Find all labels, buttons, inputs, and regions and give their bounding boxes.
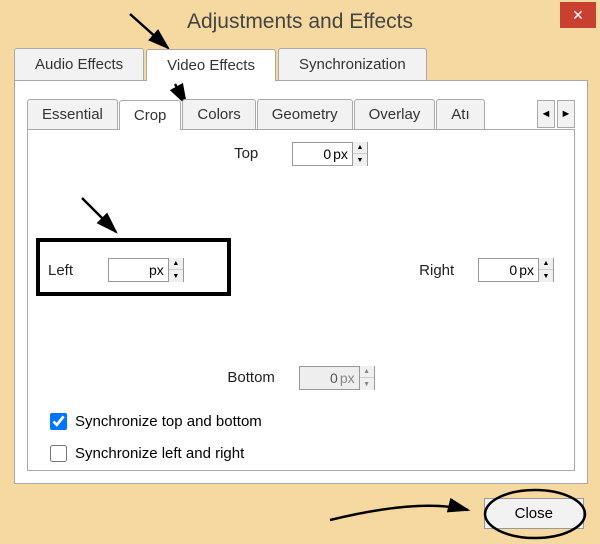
crop-right-label: Right bbox=[419, 262, 454, 279]
tab-synchronization[interactable]: Synchronization bbox=[278, 48, 427, 80]
sync-left-right-label: Synchronize left and right bbox=[75, 445, 244, 462]
crop-top-input[interactable] bbox=[293, 146, 333, 162]
unit-label: px bbox=[519, 262, 538, 278]
crop-left-label: Left bbox=[48, 262, 108, 279]
chevron-left-icon: ◄ bbox=[541, 108, 552, 120]
crop-bottom-input bbox=[300, 370, 340, 386]
spinner-up-icon[interactable]: ▲ bbox=[169, 258, 183, 270]
crop-bottom-row: Bottom px ▲ ▼ bbox=[28, 366, 574, 390]
title-bar: Adjustments and Effects ✕ bbox=[0, 0, 600, 44]
unit-label: px bbox=[333, 146, 352, 162]
sync-top-bottom-row: Synchronize top and bottom bbox=[46, 410, 262, 433]
sync-left-right-row: Synchronize left and right bbox=[46, 442, 244, 465]
crop-bottom-spinner: px ▲ ▼ bbox=[299, 366, 375, 390]
spinner-up-icon: ▲ bbox=[360, 366, 374, 378]
spinner-up-icon[interactable]: ▲ bbox=[539, 258, 553, 270]
close-button[interactable]: Close bbox=[484, 498, 584, 529]
main-tab-bar: Audio Effects Video Effects Synchronizat… bbox=[14, 48, 429, 80]
window-close-button[interactable]: ✕ bbox=[560, 2, 596, 28]
spinner-down-icon[interactable]: ▼ bbox=[539, 270, 553, 282]
chevron-right-icon: ► bbox=[561, 108, 572, 120]
tab-video-effects[interactable]: Video Effects bbox=[146, 49, 276, 81]
crop-mid-row: Left px ▲ ▼ Right px ▲ ▼ bbox=[28, 258, 574, 282]
spinner-down-icon: ▼ bbox=[360, 378, 374, 390]
crop-left-input[interactable] bbox=[109, 262, 149, 278]
tab-audio-effects[interactable]: Audio Effects bbox=[14, 48, 144, 80]
spinner-down-icon[interactable]: ▼ bbox=[353, 154, 367, 166]
sync-top-bottom-checkbox[interactable] bbox=[50, 413, 67, 430]
window-title: Adjustments and Effects bbox=[187, 10, 413, 34]
spinner-up-icon[interactable]: ▲ bbox=[353, 142, 367, 154]
crop-right-input[interactable] bbox=[479, 262, 519, 278]
crop-bottom-label: Bottom bbox=[227, 369, 275, 386]
subtab-overlay[interactable]: Overlay bbox=[354, 99, 436, 129]
close-icon: ✕ bbox=[572, 7, 584, 23]
sub-tab-bar: Essential Crop Colors Geometry Overlay A… bbox=[27, 99, 575, 129]
tab-scroll-left-button[interactable]: ◄ bbox=[537, 100, 555, 128]
subtab-crop[interactable]: Crop bbox=[119, 100, 182, 130]
video-effects-panel: Essential Crop Colors Geometry Overlay A… bbox=[14, 80, 588, 484]
crop-left-spinner[interactable]: px ▲ ▼ bbox=[108, 258, 184, 282]
crop-right-spinner[interactable]: px ▲ ▼ bbox=[478, 258, 554, 282]
unit-label: px bbox=[340, 370, 359, 386]
dialog-footer: Close bbox=[484, 496, 584, 530]
crop-top-row: Top px ▲ ▼ bbox=[28, 142, 574, 166]
crop-panel: Top px ▲ ▼ Left px ▲ ▼ Righ bbox=[27, 129, 575, 471]
crop-top-spinner[interactable]: px ▲ ▼ bbox=[292, 142, 368, 166]
sync-top-bottom-label: Synchronize top and bottom bbox=[75, 413, 262, 430]
subtab-colors[interactable]: Colors bbox=[182, 99, 255, 129]
crop-top-label: Top bbox=[234, 145, 258, 162]
subtab-geometry[interactable]: Geometry bbox=[257, 99, 353, 129]
subtab-essential[interactable]: Essential bbox=[27, 99, 118, 129]
subtab-more[interactable]: Atı bbox=[436, 99, 484, 129]
tab-scroll-right-button[interactable]: ► bbox=[557, 100, 575, 128]
annotation-arrow-icon bbox=[330, 506, 468, 520]
spinner-down-icon[interactable]: ▼ bbox=[169, 270, 183, 282]
unit-label: px bbox=[149, 262, 168, 278]
sync-left-right-checkbox[interactable] bbox=[50, 445, 67, 462]
